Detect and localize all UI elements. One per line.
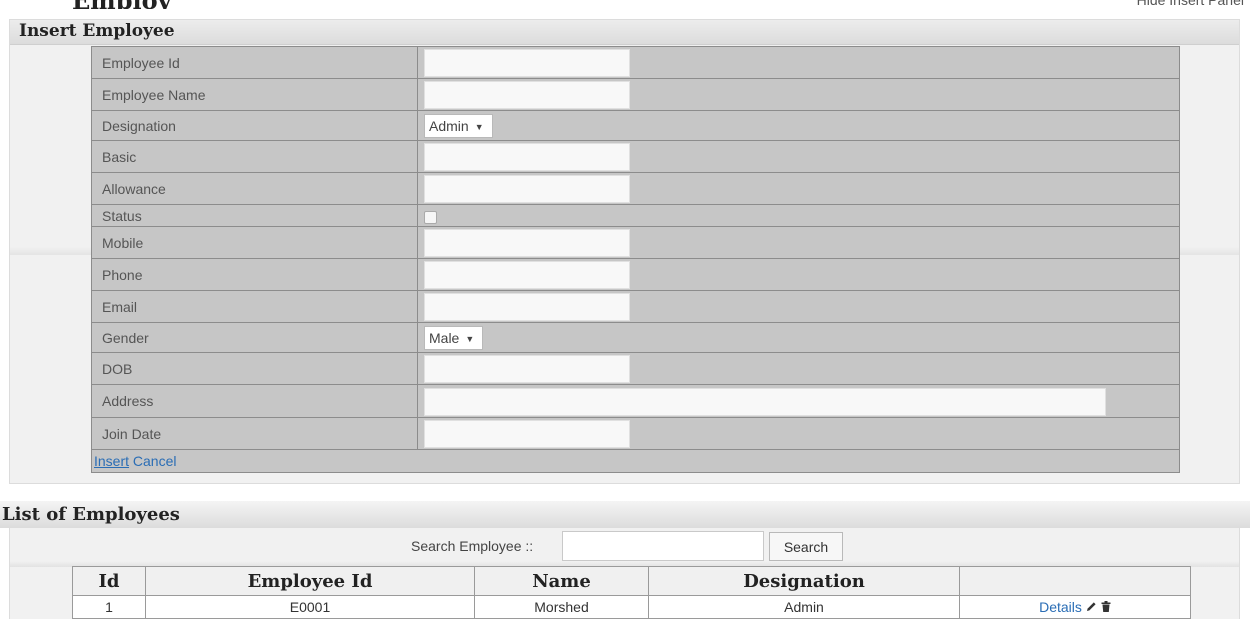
pencil-icon[interactable] xyxy=(1086,601,1097,615)
insert-panel: Insert Employee Employee Id Employee Nam… xyxy=(9,19,1240,484)
insert-link[interactable]: Insert xyxy=(94,453,129,469)
email-label: Email xyxy=(91,290,418,323)
basic-label: Basic xyxy=(91,140,418,173)
hide-insert-panel-link[interactable]: Hide Insert Panel xyxy=(1137,0,1244,8)
status-checkbox[interactable] xyxy=(424,211,437,224)
insert-panel-title: Insert Employee xyxy=(19,21,175,41)
dropdown-arrow-icon: ▼ xyxy=(465,334,475,345)
cell-designation: Admin xyxy=(648,595,960,619)
employee-id-input[interactable] xyxy=(424,49,630,77)
employee-table: Id Employee Id Name Designation 1 E0001 … xyxy=(72,566,1191,619)
mobile-input[interactable] xyxy=(424,229,630,257)
gender-select[interactable]: Male ▼ xyxy=(424,326,484,350)
cell-employee-id: E0001 xyxy=(145,595,475,619)
cancel-link[interactable]: Cancel xyxy=(133,453,177,469)
insert-form: Employee Id Employee Name Designation Ad… xyxy=(91,46,1180,473)
email-input[interactable] xyxy=(424,293,630,321)
list-panel-title: List of Employees xyxy=(2,504,180,525)
list-panel-header: List of Employees xyxy=(0,501,1250,528)
gender-selected: Male xyxy=(429,330,460,346)
join-date-input[interactable] xyxy=(424,420,630,448)
employee-name-input[interactable] xyxy=(424,81,630,109)
details-link[interactable]: Details xyxy=(1039,599,1082,615)
search-input[interactable] xyxy=(562,531,764,561)
dropdown-arrow-icon: ▼ xyxy=(474,122,484,133)
list-panel: Search Employee :: Search Id Employee Id… xyxy=(9,528,1240,619)
basic-input[interactable] xyxy=(424,143,630,171)
table-row: 1 E0001 Morshed Admin Details xyxy=(72,595,1191,619)
employee-id-label: Employee Id xyxy=(91,46,418,79)
column-header-name: Name xyxy=(474,566,649,596)
gender-label: Gender xyxy=(91,322,418,353)
search-row: Search Employee :: Search xyxy=(10,530,1239,561)
designation-label: Designation xyxy=(91,110,418,141)
trash-icon[interactable] xyxy=(1101,601,1111,615)
join-date-label: Join Date xyxy=(91,417,418,450)
designation-select[interactable]: Admin ▼ xyxy=(424,114,493,138)
search-button[interactable]: Search xyxy=(769,532,843,561)
mobile-label: Mobile xyxy=(91,226,418,259)
phone-input[interactable] xyxy=(424,261,630,289)
column-header-id: Id xyxy=(72,566,146,596)
cell-id: 1 xyxy=(72,595,146,619)
cell-name: Morshed xyxy=(474,595,649,619)
employee-name-label: Employee Name xyxy=(91,78,418,111)
address-label: Address xyxy=(91,384,418,418)
allowance-input[interactable] xyxy=(424,175,630,203)
designation-selected: Admin xyxy=(429,118,469,134)
form-actions: Insert Cancel xyxy=(91,449,1180,473)
column-header-actions xyxy=(959,566,1191,596)
page-title-partial: Employ xyxy=(72,0,172,9)
cell-actions: Details xyxy=(959,595,1191,619)
address-input[interactable] xyxy=(424,387,1106,416)
phone-label: Phone xyxy=(91,258,418,291)
table-header-row: Id Employee Id Name Designation xyxy=(72,566,1191,596)
search-label: Search Employee :: xyxy=(411,538,534,554)
dob-input[interactable] xyxy=(424,355,630,383)
column-header-employee-id: Employee Id xyxy=(145,566,475,596)
status-label: Status xyxy=(91,204,418,227)
allowance-label: Allowance xyxy=(91,172,418,205)
dob-label: DOB xyxy=(91,352,418,385)
insert-panel-header: Insert Employee xyxy=(10,20,1239,45)
top-cut-area: Employ Hide Insert Panel xyxy=(0,0,1250,9)
column-header-designation: Designation xyxy=(648,566,960,596)
